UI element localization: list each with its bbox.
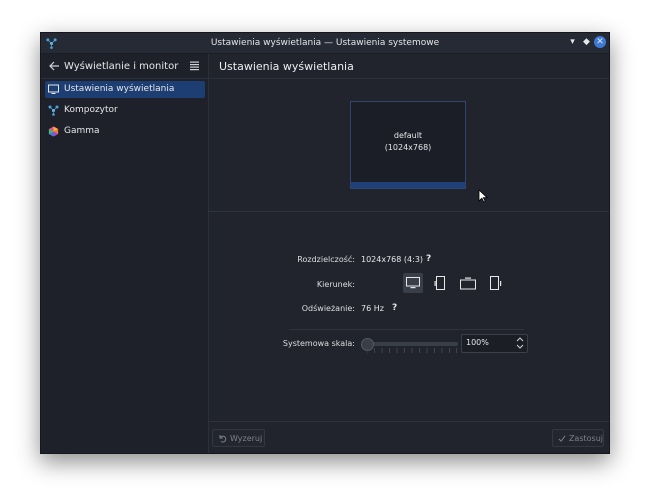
apply-label: Zastosuj: [568, 433, 603, 443]
spinbox-arrows-icon[interactable]: [516, 336, 524, 350]
sidebar-title: Wyświetlanie i monitor: [64, 61, 179, 72]
landscape-monitor-icon: [406, 277, 420, 289]
hamburger-menu-icon[interactable]: [189, 60, 200, 71]
system-scale-label: Systemowa skala:: [282, 339, 355, 348]
orientation-portrait-flipped-button[interactable]: [486, 273, 506, 293]
monitor-selection-bar: [351, 182, 465, 188]
portrait-flipped-monitor-icon: [490, 275, 502, 290]
orientation-portrait-button[interactable]: [430, 273, 450, 293]
scale-value: 100%: [466, 338, 489, 347]
monitor-name: default: [393, 131, 423, 140]
sidebar-item-compositor[interactable]: Kompozytor: [45, 102, 205, 119]
apply-button[interactable]: Zastosuj: [552, 429, 604, 447]
sidebar-item-gamma[interactable]: Gamma: [45, 123, 205, 140]
scale-slider-track[interactable]: [364, 342, 458, 346]
reset-button[interactable]: Wyzeruj: [212, 429, 265, 447]
orientation-label: Kierunek:: [316, 280, 355, 289]
title-bar[interactable]: Ustawienia wyświetlania — Ustawienia sys…: [41, 33, 609, 54]
resolution-help-icon[interactable]: ?: [426, 254, 431, 264]
checkmark-icon: [558, 435, 566, 442]
mouse-cursor-icon: [478, 189, 488, 203]
footer-bar: Wyzeruj Zastosuj: [209, 421, 609, 453]
window-title: Ustawienia wyświetlania — Ustawienia sys…: [210, 38, 440, 48]
sidebar-item-label: Ustawienia wyświetlania: [64, 84, 175, 94]
orientation-landscape-button[interactable]: [403, 273, 423, 293]
resolution-value[interactable]: 1024x768 (4:3): [361, 255, 423, 264]
landscape-flipped-monitor-icon: [460, 277, 476, 289]
monitor-resolution: (1024x768): [384, 143, 432, 152]
settings-window: Ustawienia wyświetlania — Ustawienia sys…: [40, 32, 610, 454]
portrait-monitor-icon: [434, 275, 445, 290]
sidebar-item-label: Kompozytor: [64, 105, 118, 115]
main-header: Ustawienia wyświetlania: [209, 54, 609, 79]
monitor-preview[interactable]: default (1024x768): [350, 101, 466, 189]
refresh-rate-help-icon[interactable]: ?: [392, 303, 397, 313]
orientation-landscape-flipped-button[interactable]: [458, 273, 478, 293]
back-arrow-icon[interactable]: [48, 60, 60, 72]
scale-spinbox[interactable]: 100%: [461, 334, 528, 353]
sidebar-item-display-settings[interactable]: Ustawienia wyświetlania: [45, 81, 205, 98]
resolution-label: Rozdzielczość:: [297, 255, 355, 264]
maximize-button[interactable]: ◆: [580, 36, 593, 49]
main-panel: Ustawienia wyświetlania default (1024x76…: [209, 54, 609, 453]
compositor-icon: [48, 105, 59, 116]
reset-label: Wyzeruj: [230, 433, 263, 443]
close-button[interactable]: ✕: [594, 36, 606, 48]
sidebar-header: Wyświetlanie i monitor: [41, 54, 208, 79]
sidebar: Wyświetlanie i monitor Ustawienia wyświe…: [41, 54, 209, 453]
refresh-rate-label: Odświeżanie:: [301, 304, 355, 313]
separator: [289, 329, 524, 330]
monitor-preview-area: default (1024x768): [209, 79, 609, 212]
page-title: Ustawienia wyświetlania: [219, 60, 354, 73]
monitor-icon: [48, 84, 59, 94]
sidebar-item-label: Gamma: [64, 126, 100, 136]
gamma-icon: [48, 126, 59, 137]
scale-slider-ticks: [367, 348, 457, 353]
refresh-rate-value[interactable]: 76 Hz: [361, 304, 384, 313]
minimize-button[interactable]: ▾: [566, 36, 579, 49]
undo-icon: [219, 434, 227, 443]
